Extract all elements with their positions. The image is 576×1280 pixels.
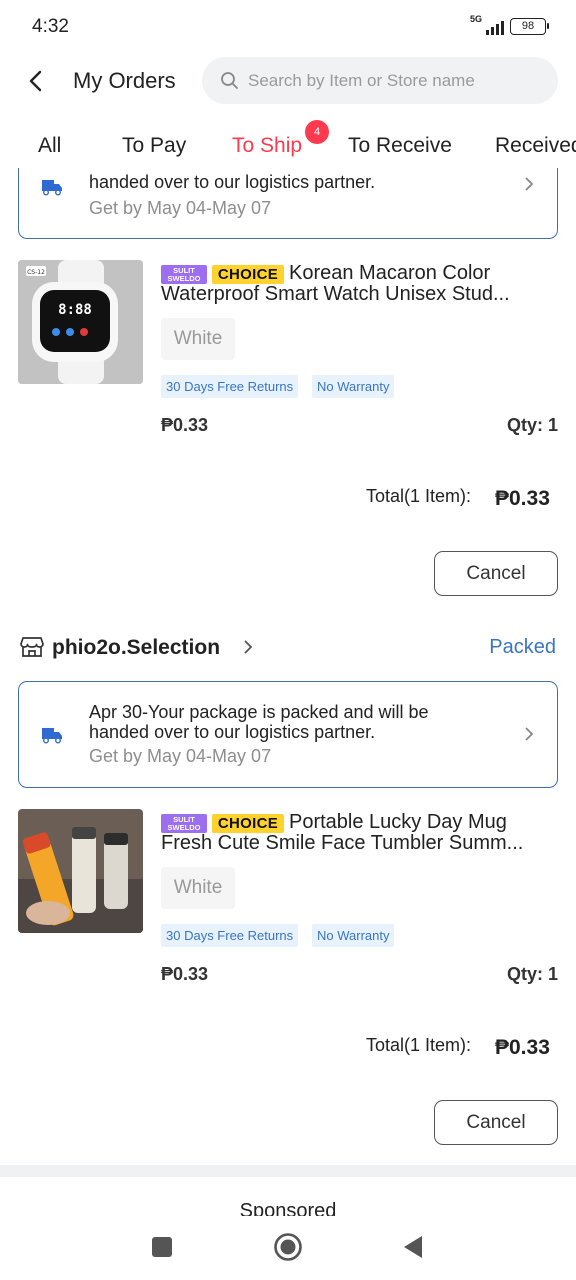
total-label: Total(1 Item): xyxy=(366,1035,472,1055)
item-price: ₱0.33 xyxy=(161,415,209,435)
product-title-line2: Waterproof Smart Watch Unisex Stud... xyxy=(161,284,510,305)
search-input[interactable] xyxy=(248,57,548,104)
product-title[interactable]: Portable Lucky Day Mug Fresh Cute Smile … xyxy=(161,812,553,854)
store-row: phio2o.Selection Packed xyxy=(0,628,576,668)
notice-message: handed over to our logistics partner. xyxy=(89,172,376,192)
tab-to-pay[interactable]: To Pay xyxy=(122,134,186,158)
chevron-right-icon xyxy=(525,727,534,741)
delivery-estimate: Get by May 04-May 07 xyxy=(89,198,272,218)
status-icons: 5G 98 xyxy=(470,14,549,35)
order-status: Packed xyxy=(489,636,556,658)
notice-message-line1: Apr 30-Your package is packed and will b… xyxy=(89,702,429,722)
store-name[interactable]: phio2o.Selection xyxy=(52,636,220,660)
page-title: My Orders xyxy=(73,68,176,93)
truck-icon xyxy=(42,728,62,744)
sponsored-heading: Sponsored xyxy=(239,1200,337,1216)
item-quantity: Qty: 1 xyxy=(506,415,558,435)
back-arrow-icon[interactable] xyxy=(22,66,52,96)
notice-message-line2: handed over to our logistics partner. xyxy=(89,722,376,742)
header: My Orders xyxy=(0,56,576,108)
status-bar: 4:32 5G 98 xyxy=(0,0,576,56)
product-image-smartwatch[interactable]: 8:88 CS-12 xyxy=(18,260,143,384)
product-title-line1: Korean Macaron Color xyxy=(289,263,491,284)
shipping-notice[interactable]: Apr 30-Your package is packed and will b… xyxy=(18,681,558,788)
delivery-estimate: Get by May 04-May 07 xyxy=(89,746,272,766)
free-returns-tag: 30 Days Free Returns xyxy=(161,375,299,398)
variant-label: White xyxy=(161,867,235,909)
cancel-button[interactable]: Cancel xyxy=(434,1100,558,1145)
svg-text:CS-12: CS-12 xyxy=(27,269,45,276)
warranty-tag: No Warranty xyxy=(312,375,395,398)
search-icon xyxy=(221,72,238,89)
tab-received[interactable]: Received xyxy=(495,134,576,158)
search-bar[interactable] xyxy=(202,57,558,104)
total-value: ₱0.33 xyxy=(495,487,550,510)
item-price: ₱0.33 xyxy=(161,964,209,984)
product-image-tumbler[interactable] xyxy=(18,809,143,933)
tab-badge-count: 4 xyxy=(305,120,329,144)
svg-text:8:88: 8:88 xyxy=(58,302,92,318)
variant-label: White xyxy=(161,318,235,360)
tab-all[interactable]: All xyxy=(38,134,61,158)
warranty-tag: No Warranty xyxy=(312,924,395,947)
store-icon xyxy=(20,637,44,657)
total-label: Total(1 Item): xyxy=(366,486,472,506)
system-nav-bar xyxy=(0,1216,576,1280)
product-title-line2: Fresh Cute Smile Face Tumbler Summ... xyxy=(161,833,524,854)
chevron-right-icon xyxy=(525,177,534,191)
tab-to-receive[interactable]: To Receive xyxy=(348,134,452,158)
nav-back-icon[interactable] xyxy=(402,1234,424,1260)
cancel-button[interactable]: Cancel xyxy=(434,551,558,596)
network-type: 5G xyxy=(470,14,483,24)
free-returns-tag: 30 Days Free Returns xyxy=(161,924,299,947)
nav-recents-icon[interactable] xyxy=(151,1236,173,1258)
total-value: ₱0.33 xyxy=(495,1036,550,1059)
item-quantity: Qty: 1 xyxy=(506,964,558,984)
chevron-right-icon[interactable] xyxy=(243,640,253,654)
my-orders-screen: { "status_bar": { "time": "4:32", "netwo… xyxy=(0,0,576,1280)
status-time: 4:32 xyxy=(32,16,69,37)
product-title-line1: Portable Lucky Day Mug xyxy=(289,812,507,833)
section-divider xyxy=(0,1165,576,1177)
tab-to-ship[interactable]: To Ship xyxy=(232,134,302,158)
signal-icon: 5G xyxy=(470,14,504,35)
battery-icon: 98 xyxy=(510,17,549,35)
shipping-notice[interactable]: handed over to our logistics partner. Ge… xyxy=(18,168,558,239)
nav-home-icon[interactable] xyxy=(273,1232,303,1262)
product-title[interactable]: Korean Macaron Color Waterproof Smart Wa… xyxy=(161,263,553,305)
truck-icon xyxy=(42,180,62,196)
